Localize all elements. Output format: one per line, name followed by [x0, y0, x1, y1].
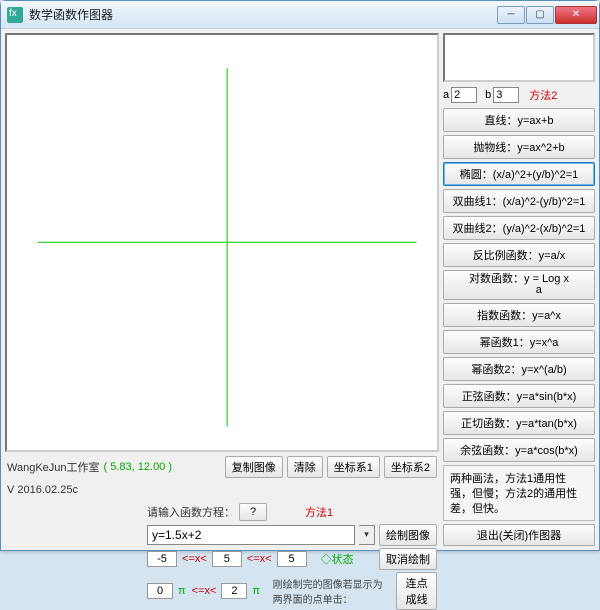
- plot-canvas[interactable]: [5, 33, 439, 452]
- axis-plot: [7, 35, 437, 450]
- fn-inverse[interactable]: 反比例函数：y=a/x: [443, 243, 595, 267]
- xend-input[interactable]: [277, 551, 307, 567]
- pi2-label: π: [251, 585, 261, 597]
- minimize-button[interactable]: ─: [497, 6, 525, 24]
- b-input[interactable]: [493, 87, 519, 103]
- description-box: 两种画法，方法1通用性强，但慢；方法2的通用性差，但快。: [443, 465, 595, 521]
- studio-label: WangKeJun工作室: [7, 459, 100, 475]
- copy-image-button[interactable]: 复制图像: [225, 456, 283, 478]
- dxmin-input[interactable]: [147, 583, 173, 599]
- function-button-list: 直线：y=ax+b 抛物线：y=ax^2+b 椭圆：(x/a)^2+(y/b)^…: [443, 108, 595, 462]
- fn-hyperbola2[interactable]: 双曲线2：(y/a)^2-(x/b)^2=1: [443, 216, 595, 240]
- fn-parabola[interactable]: 抛物线：y=ax^2+b: [443, 135, 595, 159]
- draw-button[interactable]: 绘制图像: [379, 524, 437, 546]
- fn-ellipse[interactable]: 椭圆：(x/a)^2+(y/b)^2=1: [443, 162, 595, 186]
- left-bottom-panel: WangKeJun工作室 ( 5.83, 12.00 ) 复制图像 清除 坐标系…: [5, 452, 439, 610]
- maximize-button[interactable]: ▢: [526, 6, 554, 24]
- app-window: 数学函数作图器 ─ ▢ ✕ WangKeJun工作室 ( 5.83, 12.00…: [0, 0, 600, 551]
- window-title: 数学函数作图器: [29, 6, 497, 23]
- help-button[interactable]: ?: [239, 503, 267, 521]
- method1-label: 方法1: [305, 504, 333, 520]
- connect-points-button[interactable]: 连点成线: [396, 572, 437, 610]
- axis2-button[interactable]: 坐标系2: [384, 456, 437, 478]
- status-label: ◇状态: [321, 551, 354, 567]
- a-label: a: [443, 89, 449, 101]
- xmin-input[interactable]: [147, 551, 177, 567]
- fn-sin[interactable]: 正弦函数：y=a*sin(b*x): [443, 384, 595, 408]
- b-label: b: [485, 89, 491, 101]
- preview-box: [443, 33, 595, 82]
- coord-readout: ( 5.83, 12.00 ): [104, 461, 173, 473]
- fn-log[interactable]: 对数函数：y = Log x a: [443, 270, 595, 300]
- fn-power2[interactable]: 幂函数2：y=x^(a/b): [443, 357, 595, 381]
- fn-power1[interactable]: 幂函数1：y=x^a: [443, 330, 595, 354]
- left-column: WangKeJun工作室 ( 5.83, 12.00 ) 复制图像 清除 坐标系…: [5, 33, 439, 546]
- dxmax-input[interactable]: [221, 583, 247, 599]
- draw-note: 刚绘制完的图像若显示为两界面的点单击：: [273, 576, 389, 606]
- xmax-input[interactable]: [212, 551, 242, 567]
- equation-dropdown-icon[interactable]: ▾: [359, 525, 375, 545]
- method2-label: 方法2: [529, 87, 557, 103]
- a-input[interactable]: [451, 87, 477, 103]
- app-icon: [7, 7, 23, 23]
- clear-button[interactable]: 清除: [287, 456, 323, 478]
- fn-cos[interactable]: 余弦函数：y=a*cos(b*x): [443, 438, 595, 462]
- titlebar[interactable]: 数学函数作图器 ─ ▢ ✕: [1, 1, 599, 29]
- fn-tan[interactable]: 正切函数：y=a*tan(b*x): [443, 411, 595, 435]
- equation-input[interactable]: [147, 525, 355, 545]
- close-button[interactable]: ✕: [555, 6, 597, 24]
- axis1-button[interactable]: 坐标系1: [327, 456, 380, 478]
- ab-row: a b 方法2: [443, 85, 595, 105]
- content-area: WangKeJun工作室 ( 5.83, 12.00 ) 复制图像 清除 坐标系…: [1, 29, 599, 550]
- right-column: a b 方法2 直线：y=ax+b 抛物线：y=ax^2+b 椭圆：(x/a)^…: [443, 33, 595, 546]
- pi1-label: π: [177, 585, 187, 597]
- fn-line[interactable]: 直线：y=ax+b: [443, 108, 595, 132]
- x-op1: <=x<: [181, 553, 208, 565]
- dx-op: <=x<: [191, 585, 218, 597]
- fn-exp[interactable]: 指数函数：y=a^x: [443, 303, 595, 327]
- fn-hyperbola1[interactable]: 双曲线1：(x/a)^2-(y/b)^2=1: [443, 189, 595, 213]
- exit-button[interactable]: 退出(关闭)作图器: [443, 524, 595, 546]
- x-op2: <=x<: [246, 553, 273, 565]
- equation-prompt: 请输入函数方程：: [147, 504, 235, 520]
- version-label: V 2016.02.25c: [7, 484, 78, 496]
